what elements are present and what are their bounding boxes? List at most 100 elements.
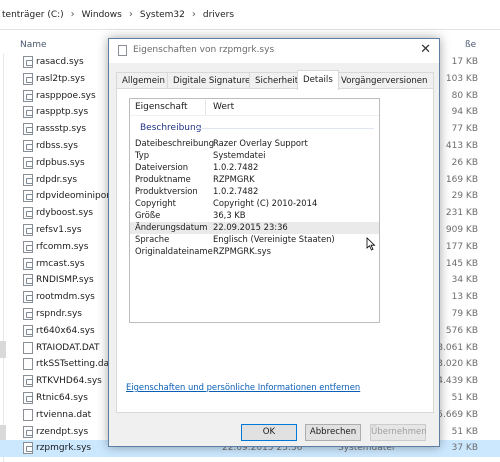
property-name: Copyright bbox=[135, 198, 176, 208]
file-name: RTAIODAT.DAT bbox=[36, 342, 100, 353]
file-icon bbox=[23, 308, 33, 320]
remove-properties-link[interactable]: Eigenschaften und persönliche Informatio… bbox=[126, 382, 360, 392]
file-size: 51 KB bbox=[451, 426, 478, 437]
file-size: 5.669 KB bbox=[437, 409, 478, 420]
breadcrumb-windows[interactable]: Windows bbox=[82, 10, 122, 20]
chevron-right-icon: › bbox=[128, 9, 133, 20]
property-name: Größe bbox=[135, 210, 161, 220]
file-size: 37 KB bbox=[451, 443, 478, 454]
file-size: 13 KB bbox=[451, 292, 478, 303]
property-value: Englisch (Vereinigte Staaten) bbox=[213, 234, 335, 244]
column-name[interactable]: Name bbox=[20, 40, 47, 50]
property-list-header: Eigenschaft Wert bbox=[130, 99, 379, 116]
chevron-right-icon: › bbox=[70, 9, 75, 20]
column-size[interactable]: ße bbox=[465, 40, 476, 50]
file-icon bbox=[23, 89, 33, 102]
breadcrumb[interactable]: tenträger (C:) › Windows › System32 › dr… bbox=[0, 0, 500, 30]
file-name: rfcomm.sys bbox=[36, 241, 89, 252]
file-size: 909 KB bbox=[445, 225, 478, 235]
file-size: 103 KB bbox=[445, 73, 478, 84]
file-icon bbox=[23, 190, 33, 203]
column-wert[interactable]: Wert bbox=[213, 102, 234, 112]
file-name: rt640x64.sys bbox=[36, 325, 95, 336]
property-name: Sprache bbox=[135, 234, 170, 244]
property-value: 1.0.2.7482 bbox=[213, 162, 259, 172]
file-name: rspndr.sys bbox=[36, 309, 82, 319]
file-icon bbox=[23, 341, 33, 354]
tab-sicherheit[interactable]: Sicherheit bbox=[249, 72, 305, 89]
breadcrumb-system32[interactable]: System32 bbox=[140, 10, 185, 20]
file-name: rootmdm.sys bbox=[36, 292, 95, 303]
chevron-right-icon: › bbox=[191, 9, 196, 20]
file-icon bbox=[23, 106, 33, 119]
file-size: 94 KB bbox=[451, 107, 478, 118]
file-icon bbox=[23, 207, 33, 220]
property-name: Änderungsdatum bbox=[135, 222, 208, 232]
column-divider[interactable] bbox=[205, 100, 206, 115]
property-row[interactable]: Größe 36,3 KB bbox=[130, 210, 379, 222]
file-name: rmcast.sys bbox=[36, 258, 85, 269]
property-row[interactable]: Dateiversion 1.0.2.7482 bbox=[130, 162, 379, 174]
file-size: 169 KB bbox=[445, 174, 478, 185]
ok-button[interactable]: OK bbox=[241, 424, 297, 441]
file-size: 17 KB bbox=[451, 57, 478, 67]
file-icon bbox=[23, 408, 33, 421]
apply-button[interactable]: Übernehmen bbox=[370, 424, 427, 441]
file-name: rdpvideominipor bbox=[36, 191, 110, 202]
file-icon bbox=[23, 173, 33, 186]
property-list[interactable]: Eigenschaft Wert Beschreibung Dateibesch… bbox=[129, 98, 380, 323]
file-icon bbox=[23, 72, 33, 85]
property-name: Produktname bbox=[135, 174, 191, 184]
file-name: RTKVHD64.sys bbox=[36, 376, 102, 387]
file-name: refsv1.sys bbox=[36, 225, 82, 235]
file-name: rasacd.sys bbox=[36, 57, 84, 67]
property-value: RZPMGRK bbox=[213, 174, 255, 184]
file-icon bbox=[23, 358, 33, 371]
tab-vorgaengerversionen[interactable]: Vorgängerversionen bbox=[335, 72, 434, 89]
file-name: rdpbus.sys bbox=[36, 157, 85, 168]
file-icon bbox=[23, 392, 33, 404]
file-name: Rtnic64.sys bbox=[36, 393, 88, 403]
property-row[interactable]: Dateibeschreibung Razer Overlay Support bbox=[130, 138, 379, 150]
file-name: raspptp.sys bbox=[36, 107, 89, 118]
mouse-cursor-icon bbox=[366, 237, 376, 251]
property-value: Systemdatei bbox=[213, 150, 266, 160]
property-row[interactable]: Originaldateiname RZPMGRK.sys bbox=[130, 246, 379, 258]
file-icon bbox=[23, 324, 33, 337]
file-size: 3.020 KB bbox=[437, 359, 478, 370]
file-icon bbox=[23, 240, 33, 253]
property-value: Copyright (C) 2010-2014 bbox=[213, 198, 318, 208]
file-size: 177 KB bbox=[445, 241, 478, 252]
property-row[interactable]: Sprache Englisch (Vereinigte Staaten) bbox=[130, 234, 379, 246]
details-panel: Eigenschaft Wert Beschreibung Dateibesch… bbox=[116, 88, 434, 413]
file-icon bbox=[23, 274, 33, 287]
column-eigenschaft[interactable]: Eigenschaft bbox=[135, 102, 188, 112]
close-icon[interactable]: ✕ bbox=[420, 42, 431, 57]
file-icon bbox=[23, 257, 33, 270]
file-icon bbox=[23, 140, 33, 152]
breadcrumb-drivers[interactable]: drivers bbox=[203, 10, 234, 20]
file-size: 145 KB bbox=[445, 258, 478, 269]
cancel-button[interactable]: Abbrechen bbox=[305, 424, 361, 441]
property-row[interactable]: Änderungsdatum 22.09.2015 23:36 bbox=[130, 222, 379, 234]
property-value: Razer Overlay Support bbox=[213, 138, 308, 148]
file-size: 26 KB bbox=[451, 157, 478, 168]
property-row[interactable]: Produktversion 1.0.2.7482 bbox=[130, 186, 379, 198]
file-name: rdyboost.sys bbox=[36, 208, 94, 219]
file-icon bbox=[23, 156, 33, 169]
file-size: 29 KB bbox=[451, 191, 478, 202]
file-icon bbox=[23, 425, 33, 438]
file-icon bbox=[23, 375, 33, 388]
property-row[interactable]: Typ Systemdatei bbox=[130, 150, 379, 162]
breadcrumb-drive[interactable]: tenträger (C:) bbox=[2, 10, 64, 20]
property-value: 22.09.2015 23:36 bbox=[213, 222, 288, 232]
property-row[interactable]: Produktname RZPMGRK bbox=[130, 174, 379, 186]
tab-details[interactable]: Details bbox=[297, 70, 339, 90]
dialog-titlebar[interactable]: Eigenschaften von rzpmgrk.sys ✕ bbox=[109, 39, 439, 63]
property-row[interactable]: Copyright Copyright (C) 2010-2014 bbox=[130, 198, 379, 210]
property-name: Typ bbox=[135, 150, 150, 160]
tab-allgemein[interactable]: Allgemein bbox=[116, 72, 171, 89]
file-icon bbox=[23, 224, 33, 236]
file-name: rzpmgrk.sys bbox=[36, 443, 92, 454]
tab-digitale-signaturen[interactable]: Digitale Signaturen bbox=[167, 72, 262, 89]
